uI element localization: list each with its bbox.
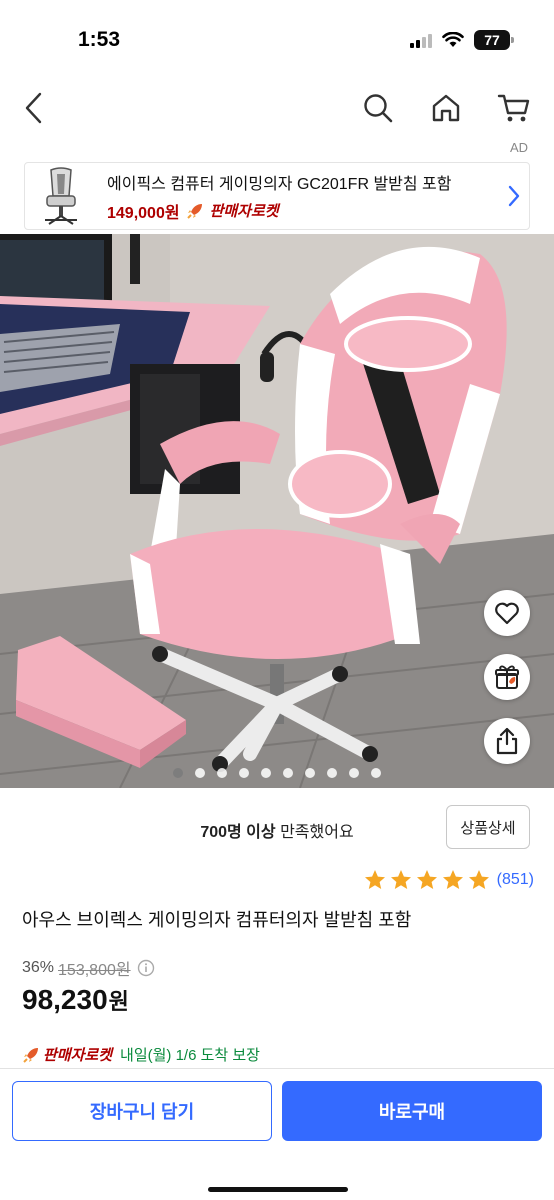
sale-price-value: 98,230 <box>22 984 108 1015</box>
pagination-dot[interactable] <box>283 768 293 778</box>
cart-icon <box>497 94 530 122</box>
search-button[interactable] <box>356 86 400 130</box>
chevron-right-icon <box>508 185 520 207</box>
ad-chevron <box>499 184 529 208</box>
star-icon <box>390 870 411 889</box>
product-detail-button[interactable]: 상품상세 <box>446 805 530 849</box>
rocket-icon <box>186 203 202 219</box>
back-button[interactable] <box>12 86 56 130</box>
gift-rocket-icon <box>495 665 519 689</box>
ad-label: AD <box>509 140 528 155</box>
star-icon <box>468 870 489 889</box>
satisfaction-suffix: 만족했어요 <box>275 824 354 841</box>
wifi-icon <box>442 32 464 47</box>
info-icon[interactable] <box>137 959 155 977</box>
satisfaction-count: 700명 이상 <box>200 824 276 841</box>
delivery-date: 내일(월) 1/6 도착 보장 <box>120 1047 260 1064</box>
pagination-dot[interactable] <box>239 768 249 778</box>
pagination-dot[interactable] <box>305 768 315 778</box>
wishlist-button[interactable] <box>484 590 530 636</box>
currency-label: 원 <box>108 989 129 1014</box>
product-title: 아우스 브이렉스 게이밍의자 컴퓨터의자 발받침 포함 <box>22 910 412 930</box>
home-icon <box>432 94 460 122</box>
nav-bar <box>0 80 554 140</box>
gaming-chair-thumbnail-icon <box>45 167 77 225</box>
image-pagination[interactable] <box>0 768 554 778</box>
pagination-dot[interactable] <box>195 768 205 778</box>
bottom-action-bar: 장바구니 담기 바로구매 <box>0 1068 554 1200</box>
delivery-rocket-label: 판매자로켓 <box>43 1047 113 1064</box>
buy-now-button[interactable]: 바로구매 <box>282 1081 542 1141</box>
cart-button[interactable] <box>492 86 536 130</box>
heart-icon <box>495 602 519 625</box>
pagination-dot[interactable] <box>217 768 227 778</box>
home-indicator <box>208 1187 348 1192</box>
ad-thumbnail <box>25 163 97 229</box>
add-to-cart-button[interactable]: 장바구니 담기 <box>12 1081 272 1141</box>
product-image-gallery[interactable] <box>0 234 554 788</box>
cellular-signal-icon <box>410 32 432 48</box>
rocket-icon <box>23 1047 38 1063</box>
star-icon <box>442 870 463 889</box>
pagination-dot[interactable] <box>261 768 271 778</box>
share-icon <box>496 727 518 755</box>
discount-rate: 36% <box>22 959 55 976</box>
home-button[interactable] <box>424 86 468 130</box>
pagination-dot[interactable] <box>371 768 381 778</box>
gift-button[interactable] <box>484 654 530 700</box>
pagination-dot[interactable] <box>349 768 359 778</box>
original-price: 153,800원 <box>58 962 131 979</box>
price-original-row: 36% 153,800원 <box>22 956 155 980</box>
status-icons: 77 <box>410 30 514 50</box>
ad-banner[interactable]: 에이픽스 컴퓨터 게이밍의자 GC201FR 발받침 포함 149,000원 판… <box>24 162 530 230</box>
battery-indicator: 77 <box>474 30 514 50</box>
delivery-row: 판매자로켓 내일(월) 1/6 도착 보장 <box>22 1044 260 1065</box>
search-icon <box>364 94 393 123</box>
sale-price: 98,230원 <box>22 984 129 1016</box>
back-arrow-icon <box>25 92 42 124</box>
status-bar: 1:53 77 <box>0 0 554 80</box>
share-button[interactable] <box>484 718 530 764</box>
ad-price: 149,000원 <box>107 204 180 222</box>
rating-stars <box>363 868 491 892</box>
pagination-dot[interactable] <box>327 768 337 778</box>
status-time: 1:53 <box>78 28 121 51</box>
star-icon <box>416 870 437 889</box>
pagination-dot[interactable] <box>173 768 183 778</box>
ad-title: 에이픽스 컴퓨터 게이밍의자 GC201FR 발받침 포함 <box>107 175 452 193</box>
rating[interactable]: (851) <box>363 868 534 892</box>
star-icon <box>364 870 385 889</box>
product-photo <box>0 234 554 788</box>
ad-rocket-label: 판매자로켓 <box>209 203 279 220</box>
review-count[interactable]: (851) <box>497 871 534 889</box>
